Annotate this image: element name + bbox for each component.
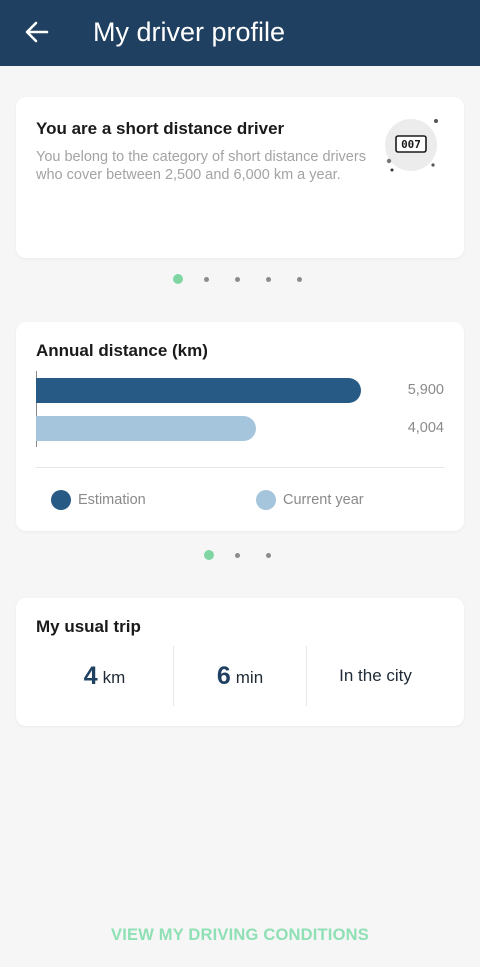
page-title: My driver profile <box>93 17 286 47</box>
trip-duration-value: 6 <box>216 661 231 690</box>
trip-area-label: In the city <box>339 666 412 685</box>
back-button[interactable] <box>18 13 56 51</box>
usual-trip-title: My usual trip <box>36 617 141 636</box>
legend-estimation-swatch <box>51 490 71 510</box>
chart-divider <box>36 467 444 468</box>
carousel-dot[interactable] <box>266 276 271 282</box>
carousel-indicator-top[interactable] <box>173 273 328 285</box>
legend-current-year-swatch <box>256 490 276 510</box>
driver-category-card: You are a short distance driver You belo… <box>16 97 464 258</box>
legend-current-year-label: Current year <box>283 492 364 508</box>
trip-duration: 6 min <box>174 646 306 706</box>
bar-value-label: 5,900 <box>407 382 444 398</box>
carousel-dot[interactable] <box>204 276 209 282</box>
arrow-left-icon <box>25 21 49 43</box>
view-driving-conditions-button[interactable]: VIEW MY DRIVING CONDITIONS <box>0 920 480 950</box>
trip-duration-unit: min <box>235 668 264 687</box>
legend-current-year: Current year <box>256 490 364 510</box>
legend-estimation: Estimation <box>51 490 146 510</box>
carousel-dot[interactable] <box>204 550 214 560</box>
bar-value-label: 4,004 <box>407 420 444 436</box>
bar-estimation <box>36 378 361 403</box>
annual-distance-card: Annual distance (km) 5,900 4,004 Estimati… <box>16 322 464 531</box>
trip-distance-unit: km <box>102 668 126 687</box>
odometer-icon: 007 <box>385 119 438 172</box>
category-description: You belong to the category of short dist… <box>36 149 366 183</box>
carousel-dot[interactable] <box>297 276 302 282</box>
bar-current-year <box>36 416 256 441</box>
carousel-dot[interactable] <box>266 552 271 558</box>
carousel-dot[interactable] <box>235 276 240 282</box>
category-title: You are a short distance driver <box>36 119 285 138</box>
carousel-dot[interactable] <box>235 552 240 558</box>
odometer-reading: 007 <box>401 138 421 151</box>
legend-estimation-label: Estimation <box>78 492 146 508</box>
usual-trip-card: My usual trip 4 km 6 min In the city <box>16 598 464 726</box>
trip-area: In the city <box>307 646 444 706</box>
carousel-indicator-bottom[interactable] <box>204 549 297 561</box>
trip-distance-value: 4 <box>83 661 98 690</box>
trip-distance: 4 km <box>36 646 173 706</box>
carousel-dot[interactable] <box>173 274 183 284</box>
app-bar: My driver profile <box>0 0 480 66</box>
